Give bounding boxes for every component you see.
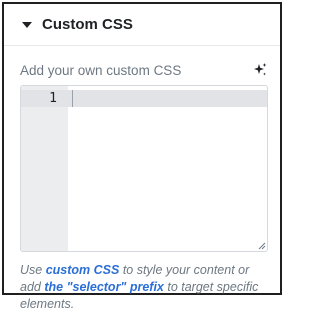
help-text: Use custom CSS to style your content or … <box>20 262 272 313</box>
css-code-editor[interactable]: 1 <box>20 85 268 252</box>
section-title: Custom CSS <box>42 16 133 33</box>
custom-css-panel: Custom CSS Add your own custom CSS 1 Use… <box>2 2 282 311</box>
text-cursor <box>72 90 73 107</box>
custom-css-link[interactable]: custom CSS <box>46 263 120 277</box>
resize-handle-icon[interactable] <box>257 241 266 250</box>
field-label-row: Add your own custom CSS <box>20 60 268 80</box>
custom-css-field-label: Add your own custom CSS <box>20 62 182 78</box>
sparkle-icon[interactable] <box>252 62 268 78</box>
line-number: 1 <box>49 91 57 106</box>
caret-down-icon[interactable] <box>22 22 32 28</box>
selector-prefix-link[interactable]: the "selector" prefix <box>44 280 164 294</box>
editor-gutter <box>21 86 68 251</box>
help-text-prefix: Use <box>20 263 46 277</box>
custom-css-section-header[interactable]: Custom CSS <box>4 4 280 46</box>
code-input-area[interactable] <box>68 86 267 251</box>
